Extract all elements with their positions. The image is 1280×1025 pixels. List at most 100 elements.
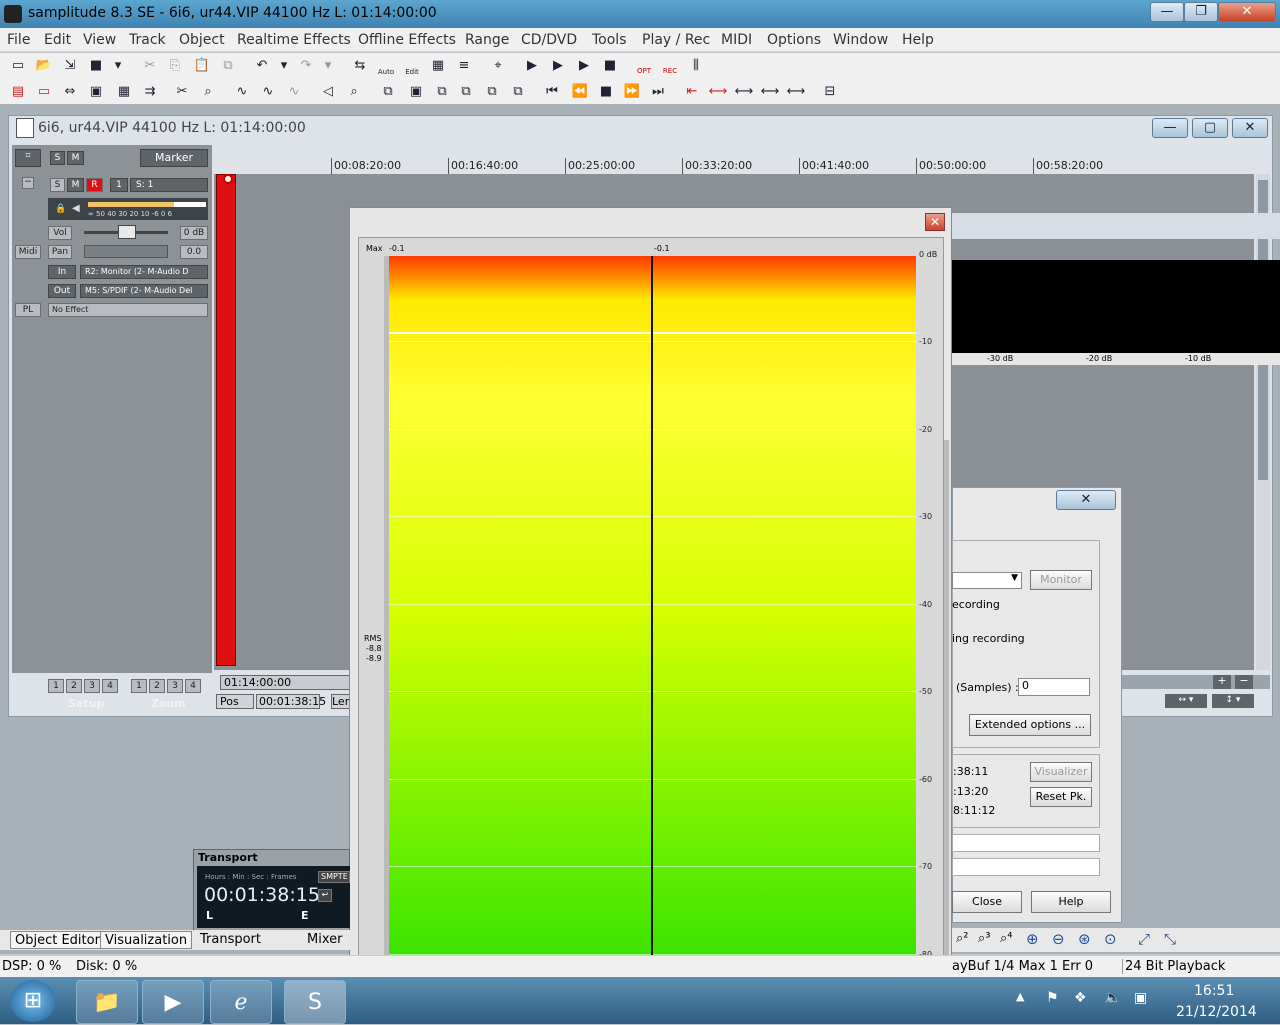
menu-window[interactable]: Window <box>833 32 888 48</box>
tab-transport[interactable]: Transport <box>196 931 265 949</box>
close-button[interactable]: ✕ <box>1218 2 1276 22</box>
vary-curve-icon[interactable]: ∿ <box>284 82 304 102</box>
play-range-icon[interactable]: ▶ <box>548 56 568 76</box>
mixer-icon[interactable]: ⫼ <box>686 56 706 76</box>
undo-icon[interactable]: ↶ <box>252 56 272 76</box>
input-select[interactable]: R2: Monitor (2- M-Audio D <box>80 265 208 279</box>
extended-options-button[interactable]: Extended options ... <box>969 714 1091 736</box>
cursor-set-1-icon[interactable]: ⟷ <box>708 82 728 102</box>
menu-object[interactable]: Object <box>179 32 225 48</box>
dropbox-icon[interactable]: ❖ <box>1074 990 1087 1006</box>
reset-peak-button[interactable]: Reset Pk. <box>1030 787 1092 807</box>
volume-curve-icon[interactable]: ∿ <box>232 82 252 102</box>
meter-scrollbar[interactable] <box>944 440 949 980</box>
cut-mode-icon[interactable]: ✂ <box>172 82 192 102</box>
cursor-to-start-icon[interactable]: ⇤ <box>682 82 702 102</box>
menu-offline-effects[interactable]: Offline Effects <box>358 32 456 48</box>
edit-icon[interactable]: Edit <box>402 56 422 76</box>
volume-icon[interactable]: 🔈 <box>1104 990 1121 1006</box>
menu-help[interactable]: Help <box>902 32 934 48</box>
tray-expand-icon[interactable]: ▲ <box>1016 990 1024 1003</box>
audio-clip[interactable] <box>216 174 236 666</box>
tab-object-editor[interactable]: Object Editor <box>10 931 105 949</box>
setup-button-1[interactable]: 1 <box>48 679 64 693</box>
horizontal-zoom-select[interactable]: ↔ ▾ <box>1165 694 1207 708</box>
auto-crossfade-icon[interactable]: Auto <box>376 56 396 76</box>
next-marker-icon[interactable]: ⏭ <box>648 82 668 102</box>
zoom-preset-icon[interactable]: ⌕² <box>956 931 969 946</box>
action-center-icon[interactable]: ⚑ <box>1046 990 1059 1006</box>
project-minimize-button[interactable]: — <box>1152 118 1188 138</box>
cursor-set-2-icon[interactable]: ⟷ <box>734 82 754 102</box>
prev-marker-icon[interactable]: ⏮ <box>542 82 562 102</box>
grid-toggle-button[interactable]: ⌗ <box>15 149 41 167</box>
object-fx-2-icon[interactable]: ⧉ <box>432 82 452 102</box>
setup-button-3[interactable]: 3 <box>84 679 100 693</box>
track-mute-button[interactable]: M <box>67 178 84 192</box>
record-icon[interactable]: REC <box>660 56 680 76</box>
menu-track[interactable]: Track <box>129 32 166 48</box>
universal-mode-icon[interactable]: ▣ <box>86 82 106 102</box>
samplitude-icon[interactable]: S <box>284 980 346 1024</box>
monitor-button[interactable]: Monitor <box>1030 570 1092 590</box>
visualizer-button[interactable]: Visualizer <box>1030 762 1092 782</box>
transport-l-marker[interactable]: L <box>206 909 213 922</box>
dialog-help-button[interactable]: Help <box>1031 891 1111 913</box>
menu-midi[interactable]: MIDI <box>721 32 752 48</box>
return-icon[interactable]: ↩ <box>318 889 332 902</box>
object-fx-1-icon[interactable]: ▣ <box>406 82 426 102</box>
undo-dropdown-icon[interactable]: ▾ <box>274 56 294 76</box>
network-icon[interactable]: ▣ <box>1134 990 1147 1006</box>
lock-icon[interactable]: 🔒 <box>55 204 66 214</box>
recording-option-1[interactable]: ecording <box>952 598 1000 611</box>
search-icon[interactable]: ⌕ <box>344 82 364 102</box>
pan-curve-icon[interactable]: ∿ <box>258 82 278 102</box>
object-fx-5-icon[interactable]: ⧉ <box>508 82 528 102</box>
track-collapse-button[interactable]: − <box>22 177 34 189</box>
track-solo-button[interactable]: S <box>50 178 65 192</box>
restore-button[interactable]: ❐ <box>1184 2 1218 22</box>
cursor-set-3-icon[interactable]: ⟷ <box>760 82 780 102</box>
tab-visualization[interactable]: Visualization <box>100 931 193 949</box>
zoom-preset-icon[interactable]: ⌕³ <box>978 931 991 946</box>
object-fx-3-icon[interactable]: ⧉ <box>456 82 476 102</box>
position-value[interactable]: 00:01:38:15 <box>256 694 326 709</box>
zoom-button-1[interactable]: 1 <box>131 679 147 693</box>
redo-dropdown-icon[interactable]: ▾ <box>318 56 338 76</box>
marker-button[interactable]: Marker <box>140 149 208 167</box>
samples-input[interactable]: 0 <box>1018 678 1090 696</box>
prev-object-icon[interactable]: ⏪ <box>570 82 590 102</box>
clock-date[interactable]: 21/12/2014 <box>1176 1004 1257 1020</box>
project-close-button[interactable]: ✕ <box>1232 118 1268 138</box>
menu-play-rec[interactable]: Play / Rec <box>642 32 710 48</box>
track-record-button[interactable]: R <box>86 178 103 192</box>
record-options-icon[interactable]: OPT <box>634 56 654 76</box>
play-icon[interactable]: ▶ <box>574 56 594 76</box>
zoom-button-2[interactable]: 2 <box>149 679 165 693</box>
zoom-out-button[interactable]: − <box>1235 675 1253 689</box>
paste-special-icon[interactable]: ⧉ <box>218 56 238 76</box>
output-select[interactable]: M5: S/PDIF (2- M-Audio Del <box>80 284 208 298</box>
plugin-button[interactable]: PL <box>15 303 41 317</box>
device-select[interactable]: ▼ <box>952 572 1022 589</box>
project-restore-button[interactable]: ▢ <box>1192 118 1228 138</box>
dialog-close-button[interactable]: Close <box>952 891 1022 913</box>
play-from-start-icon[interactable]: ▶ <box>522 56 542 76</box>
scrub-mode-icon[interactable]: ⇉ <box>140 82 160 102</box>
save-dropdown-icon[interactable]: ▾ <box>108 56 128 76</box>
record-dialog-close-icon[interactable]: ✕ <box>1056 490 1116 510</box>
copy-icon[interactable]: ⎘ <box>165 56 185 76</box>
pan-slider[interactable] <box>84 245 168 258</box>
meter-close-button[interactable]: ✕ <box>925 213 945 231</box>
clock-time[interactable]: 16:51 <box>1194 983 1234 999</box>
global-mute-button[interactable]: M <box>67 151 84 165</box>
stop-icon[interactable]: ■ <box>600 56 620 76</box>
tab-mixer[interactable]: Mixer <box>303 931 346 949</box>
recording-option-2[interactable]: ing recording <box>952 632 1025 645</box>
menu-view[interactable]: View <box>83 32 116 48</box>
minimize-button[interactable]: — <box>1150 2 1184 22</box>
draw-mode-icon[interactable]: ▦ <box>114 82 134 102</box>
menu-range[interactable]: Range <box>465 32 509 48</box>
copy-objects-icon[interactable]: ⧉ <box>378 82 398 102</box>
vertical-zoom-select[interactable]: ↕ ▾ <box>1212 694 1254 708</box>
